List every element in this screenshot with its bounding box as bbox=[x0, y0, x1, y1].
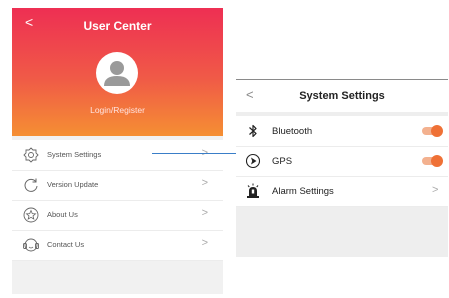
settings-item-bluetooth: Bluetooth bbox=[236, 116, 448, 147]
gps-toggle[interactable] bbox=[422, 155, 443, 167]
menu-item-label: Version Update bbox=[47, 180, 99, 189]
headset-icon bbox=[23, 237, 39, 253]
star-badge-icon bbox=[23, 207, 39, 223]
chevron-right-icon: > bbox=[432, 184, 439, 196]
page-title: System Settings bbox=[299, 90, 385, 102]
gps-icon bbox=[245, 153, 261, 169]
connector-line bbox=[152, 153, 236, 154]
system-settings-screen: < System Settings Bluetooth GPS Alarm Se… bbox=[236, 79, 448, 257]
menu-item-label: System Settings bbox=[47, 150, 102, 159]
alarm-siren-icon bbox=[245, 183, 261, 199]
chevron-right-icon: > bbox=[201, 177, 208, 189]
settings-item-label: Alarm Settings bbox=[272, 186, 334, 197]
settings-gear-icon bbox=[23, 147, 39, 163]
chevron-right-icon: > bbox=[201, 237, 208, 249]
menu-item-label: Contact Us bbox=[47, 240, 85, 249]
settings-list: Bluetooth GPS Alarm Settings > bbox=[236, 116, 448, 207]
page-title: User Center bbox=[83, 19, 152, 33]
bluetooth-icon bbox=[245, 123, 261, 139]
menu-item-about-us[interactable]: About Us > bbox=[12, 200, 223, 231]
settings-item-label: Bluetooth bbox=[272, 126, 313, 137]
menu-item-system-settings[interactable]: System Settings > bbox=[12, 140, 223, 171]
system-settings-header: < System Settings bbox=[236, 79, 448, 112]
bluetooth-toggle[interactable] bbox=[422, 125, 443, 137]
user-avatar-icon[interactable] bbox=[96, 52, 138, 94]
chevron-right-icon: > bbox=[201, 207, 208, 219]
toggle-knob bbox=[431, 125, 443, 137]
user-center-header: < User Center Login/Register bbox=[12, 8, 223, 136]
menu-item-version-update[interactable]: Version Update > bbox=[12, 170, 223, 201]
refresh-cycle-icon bbox=[23, 177, 39, 193]
user-center-menu: System Settings > Version Update > About… bbox=[12, 140, 223, 261]
toggle-knob bbox=[431, 155, 443, 167]
menu-item-contact-us[interactable]: Contact Us > bbox=[12, 230, 223, 261]
login-register-link[interactable]: Login/Register bbox=[12, 105, 223, 115]
settings-item-alarm-settings[interactable]: Alarm Settings > bbox=[236, 176, 448, 207]
menu-item-label: About Us bbox=[47, 210, 78, 219]
settings-item-label: GPS bbox=[272, 156, 293, 167]
user-center-screen: < User Center Login/Register System Sett… bbox=[12, 8, 223, 294]
settings-item-gps: GPS bbox=[236, 146, 448, 177]
